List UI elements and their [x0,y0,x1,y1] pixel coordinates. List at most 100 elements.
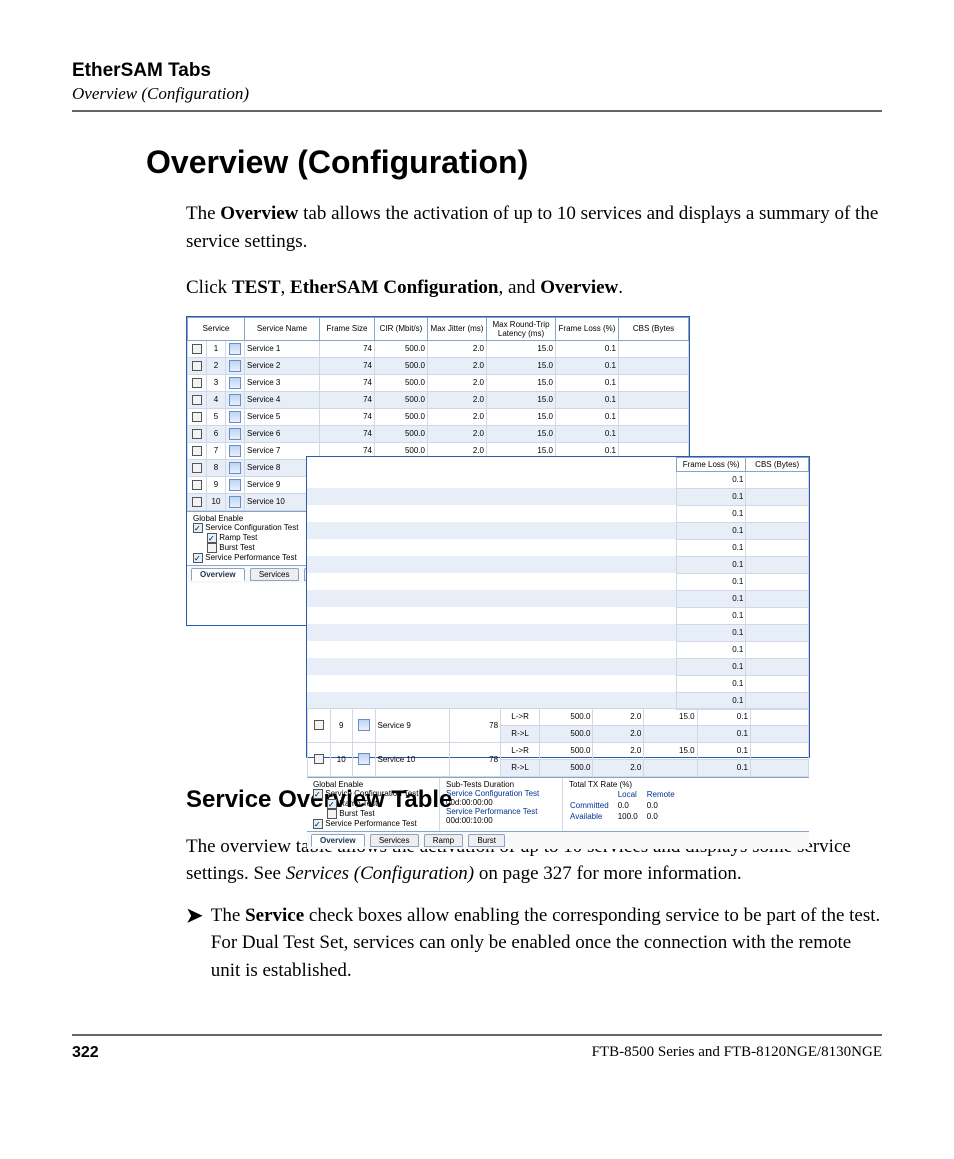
frame-size: 74 [320,391,375,408]
settings-icon[interactable] [358,719,370,731]
settings-icon[interactable] [229,479,241,491]
svc-name: Service 4 [245,391,320,408]
settings-icon[interactable] [358,753,370,765]
service-checkbox[interactable] [192,497,202,507]
cbs [619,340,689,357]
label: Local [610,789,646,800]
label: Service Performance Test [205,553,296,562]
frame-loss: 0.1 [676,607,745,624]
service-checkbox[interactable] [314,754,324,764]
tab-ramp[interactable]: Ramp [424,834,463,847]
settings-icon[interactable] [229,445,241,457]
table-row: 5Service 574500.02.015.00.1 [188,408,689,425]
tab-burst[interactable]: Burst [468,834,505,847]
settings-icon[interactable] [229,411,241,423]
svc-num: 10 [207,493,226,510]
table-row: 0.1 [307,522,809,539]
screenshot-dual-testset: Frame Loss (%) CBS (Bytes) 0.10.10.10.10… [306,456,810,758]
settings-icon[interactable] [229,360,241,372]
svc-num: 7 [207,442,226,459]
jitter: 2.0 [428,374,487,391]
frame-loss: 0.1 [676,522,745,539]
frame-loss: 0.1 [676,641,745,658]
settings-icon[interactable] [229,428,241,440]
col-cbs: CBS (Bytes [619,317,689,340]
header-divider [72,110,882,112]
global-enable-title: Global Enable [313,780,433,789]
tab-overview[interactable]: Overview [311,834,365,847]
jitter: 2.0 [428,357,487,374]
service-checkbox[interactable] [192,446,202,456]
tab-overview[interactable]: Overview [191,568,245,581]
cir: 500.0 [375,425,428,442]
checkbox-ramp[interactable]: ✓ [207,533,217,543]
frame-loss: 0.1 [697,759,750,776]
latency: 15.0 [487,391,556,408]
label: Burst Test [339,809,374,818]
table-row: 0.1 [307,658,809,675]
service-checkbox[interactable] [314,720,324,730]
service-checkbox[interactable] [192,378,202,388]
table-row: 0.1 [307,488,809,505]
table-row: 0.1 [307,539,809,556]
table-header-row: Service Service Name Frame Size CIR (Mbi… [188,317,689,340]
cir: 500.0 [375,340,428,357]
checkbox-sct[interactable]: ✓ [193,523,203,533]
header-subtitle: Overview (Configuration) [72,84,882,104]
service-checkbox[interactable] [192,480,202,490]
frame-loss: 0.1 [676,658,745,675]
cir: 500.0 [375,357,428,374]
col-frame-loss: Frame Loss (%) [676,457,745,471]
tabstrip: Overview Services Ramp Burst [307,831,809,849]
cir: 500.0 [375,374,428,391]
service-checkbox[interactable] [192,412,202,422]
dir: L->R [501,708,540,725]
screenshot-area: Service Service Name Frame Size CIR (Mbi… [186,316,882,766]
checkbox-burst[interactable] [207,543,217,553]
service-checkbox[interactable] [192,361,202,371]
checkbox-spt[interactable]: ✓ [193,553,203,563]
text: . [618,277,623,298]
text-bold: Overview [220,203,298,224]
settings-icon[interactable] [229,462,241,474]
checkbox-burst[interactable] [327,809,337,819]
checkbox-spt[interactable]: ✓ [313,819,323,829]
settings-icon[interactable] [229,496,241,508]
tab-services[interactable]: Services [250,568,299,581]
svc-name: Service 10 [375,742,450,776]
frame-loss: 0.1 [697,708,750,725]
col-max-jitter: Max Jitter (ms) [428,317,487,340]
value: 100.0 [610,811,646,822]
settings-icon[interactable] [229,377,241,389]
cir: 500.0 [540,759,593,776]
frame-loss: 0.1 [676,573,745,590]
frame-size: 74 [320,357,375,374]
bottom-panel: Global Enable ✓ Service Configuration Te… [307,777,809,831]
service-checkbox[interactable] [192,463,202,473]
latency: 15.0 [644,742,697,759]
label: Service Configuration Test [446,789,556,798]
svc-name: Service 9 [375,708,450,742]
table-row: 2Service 274500.02.015.00.1 [188,357,689,374]
latency: 15.0 [487,374,556,391]
service-checkbox[interactable] [192,344,202,354]
checkbox-sct[interactable]: ✓ [313,789,323,799]
settings-icon[interactable] [229,343,241,355]
tab-services[interactable]: Services [370,834,419,847]
service-checkbox[interactable] [192,429,202,439]
svc-name: Service 1 [245,340,320,357]
frame-loss: 0.1 [556,391,619,408]
svc-name: Service 5 [245,408,320,425]
settings-icon[interactable] [229,394,241,406]
frame-size: 78 [450,708,501,742]
table-row: 0.1 [307,590,809,607]
table-row: 0.1 [307,505,809,522]
service-checkbox[interactable] [192,395,202,405]
latency: 15.0 [644,708,697,725]
latency: 15.0 [487,340,556,357]
text: , and [499,277,541,298]
checkbox-ramp[interactable]: ✓ [327,799,337,809]
frame-loss: 0.1 [556,374,619,391]
svc-num: 6 [207,425,226,442]
frame-loss: 0.1 [556,340,619,357]
